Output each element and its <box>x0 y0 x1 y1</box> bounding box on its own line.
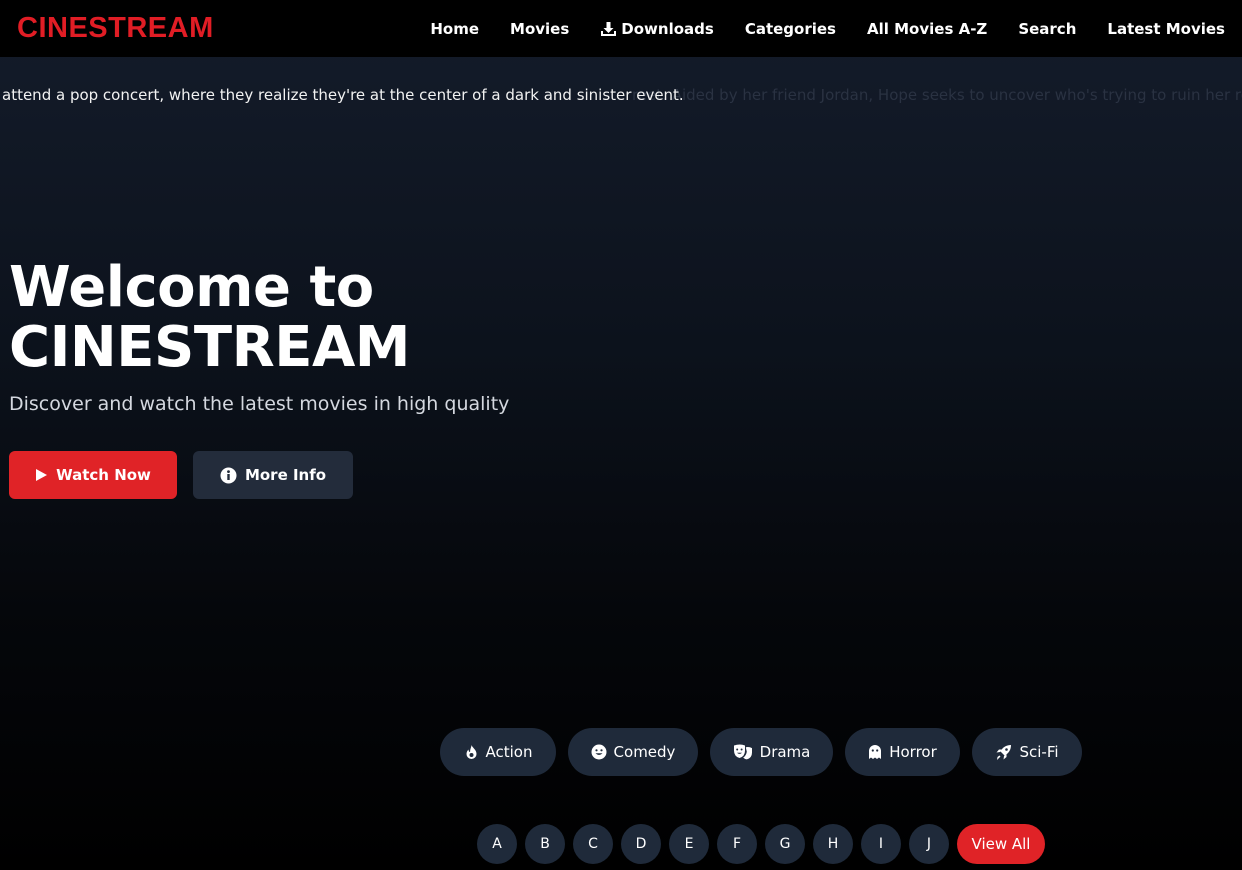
site-logo[interactable]: CINESTREAM <box>17 12 214 45</box>
hero-subtitle: Discover and watch the latest movies in … <box>9 393 510 415</box>
main-nav: Home Movies Downloads Categories All Mov… <box>399 20 1225 38</box>
nav-home[interactable]: Home <box>430 20 479 38</box>
watch-now-label: Watch Now <box>56 466 151 484</box>
nav-latest-movies[interactable]: Latest Movies <box>1107 20 1225 38</box>
genre-comedy-label: Comedy <box>613 743 676 761</box>
view-all-button[interactable]: View All <box>957 824 1045 864</box>
marquee-active-text: attend a pop concert, where they realize… <box>2 86 684 104</box>
genre-comedy-button[interactable]: Comedy <box>568 728 698 776</box>
masks-icon <box>733 744 752 760</box>
nav-downloads-label: Downloads <box>621 19 714 38</box>
letter-g-button[interactable]: G <box>765 824 805 864</box>
letter-b-button[interactable]: B <box>525 824 565 864</box>
letter-f-button[interactable]: F <box>717 824 757 864</box>
fire-icon <box>466 745 476 759</box>
hero-title: Welcome to CINESTREAM <box>9 255 411 380</box>
letter-e-button[interactable]: E <box>669 824 709 864</box>
nav-movies[interactable]: Movies <box>510 20 569 38</box>
letter-a-button[interactable]: A <box>477 824 517 864</box>
genre-sci-fi-button[interactable]: Sci-Fi <box>972 728 1082 776</box>
site-header: CINESTREAM Home Movies Downloads Categor… <box>0 0 1242 57</box>
nav-categories-label: Categories <box>744 19 836 38</box>
marquee-faded-text: reet. Aided by her friend Jordan, Hope s… <box>632 86 1242 104</box>
nav-search[interactable]: Search <box>1018 20 1076 38</box>
nav-downloads[interactable]: Downloads <box>600 20 714 38</box>
watch-now-button[interactable]: Watch Now <box>9 451 177 499</box>
genre-drama-button[interactable]: Drama <box>710 728 833 776</box>
letter-j-button[interactable]: J <box>909 824 949 864</box>
genre-action-label: Action <box>485 743 533 761</box>
genre-drama-label: Drama <box>759 743 811 761</box>
genre-horror-button[interactable]: Horror <box>845 728 960 776</box>
info-icon <box>220 467 237 483</box>
nav-latest-movies-label: Latest Movies <box>1107 19 1225 38</box>
page: CINESTREAM Home Movies Downloads Categor… <box>0 0 1242 870</box>
letter-c-button[interactable]: C <box>573 824 613 864</box>
nav-search-label: Search <box>1018 19 1077 38</box>
nav-categories[interactable]: Categories <box>745 20 836 38</box>
nav-all-movies-a-z-label: All Movies A-Z <box>867 19 988 38</box>
genre-sci-fi-label: Sci-Fi <box>1019 743 1059 761</box>
letter-d-button[interactable]: D <box>621 824 661 864</box>
rocket-icon <box>996 744 1012 760</box>
nav-home-label: Home <box>430 19 480 38</box>
more-info-label: More Info <box>244 466 327 484</box>
genre-horror-label: Horror <box>889 743 937 761</box>
download-icon <box>601 21 617 36</box>
genre-action-button[interactable]: Action <box>440 728 556 776</box>
nav-movies-label: Movies <box>510 19 570 38</box>
smile-icon <box>591 744 607 760</box>
more-info-button[interactable]: More Info <box>193 451 353 499</box>
letter-i-button[interactable]: I <box>861 824 901 864</box>
letter-h-button[interactable]: H <box>813 824 853 864</box>
ghost-icon <box>869 745 882 759</box>
nav-all-movies-a-z[interactable]: All Movies A-Z <box>867 20 987 38</box>
play-icon <box>36 469 48 481</box>
description-marquee: reet. Aided by her friend Jordan, Hope s… <box>0 82 1242 108</box>
